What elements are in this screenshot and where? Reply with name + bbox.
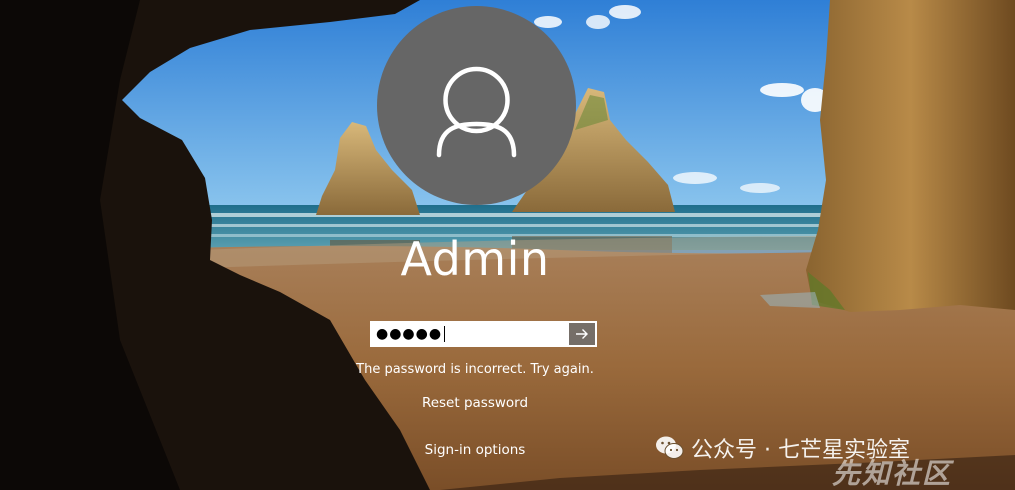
user-icon	[436, 66, 517, 158]
user-avatar	[377, 6, 576, 205]
reset-password-link[interactable]: Reset password	[0, 395, 950, 411]
password-mask: ●●●●●	[376, 326, 443, 342]
watermark-site: 先知社区	[832, 457, 953, 490]
password-row: ●●●●●	[370, 321, 597, 347]
username-label: Admin	[400, 232, 550, 286]
submit-button[interactable]	[569, 321, 597, 347]
arrow-right-icon	[576, 329, 588, 339]
text-caret	[444, 326, 446, 342]
error-message: The password is incorrect. Try again.	[356, 362, 594, 377]
wechat-icon	[656, 436, 684, 459]
password-input[interactable]: ●●●●●	[370, 321, 569, 347]
lock-screen: Admin ●●●●● The password is incorrect. T…	[0, 0, 1015, 490]
